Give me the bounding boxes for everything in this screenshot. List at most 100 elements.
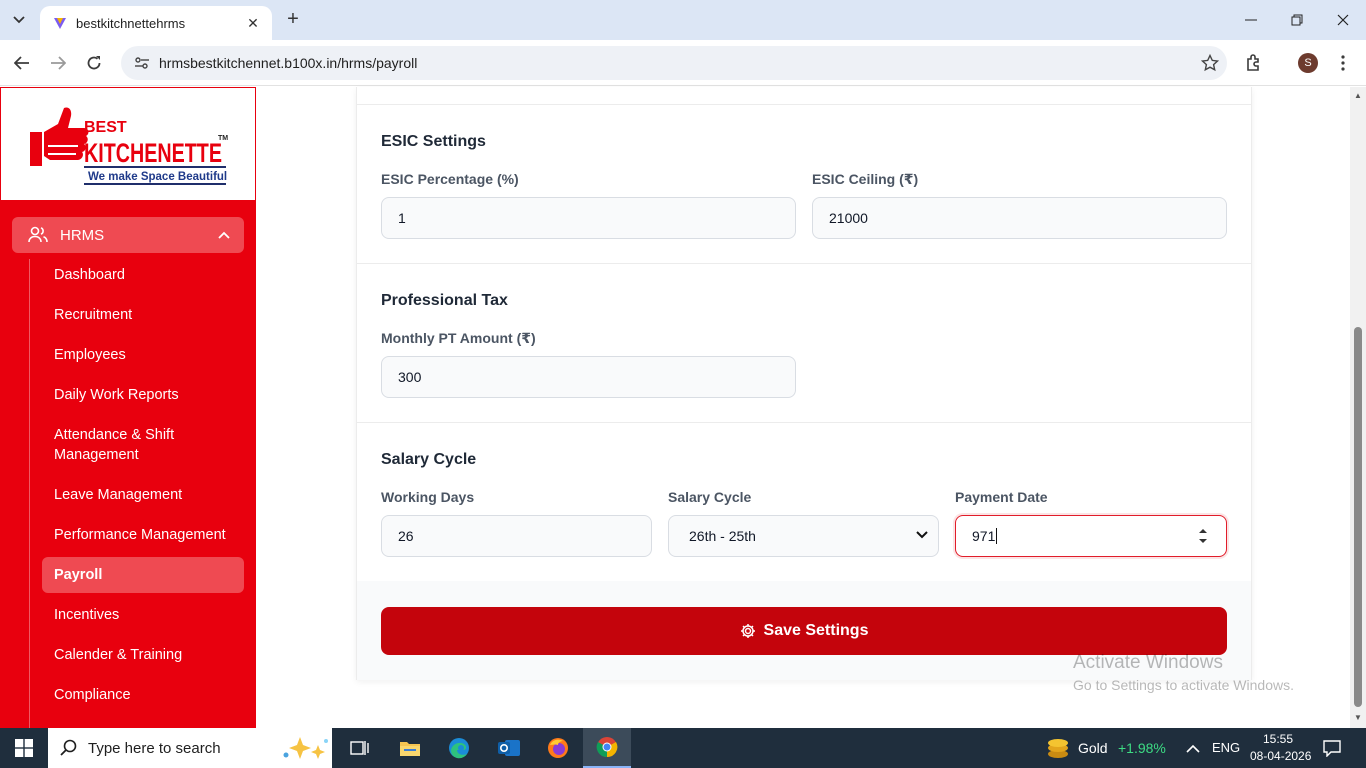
scroll-thumb[interactable] (1354, 327, 1362, 707)
restore-icon[interactable] (1274, 0, 1320, 40)
clock-date[interactable]: 08-04-2026 (1250, 749, 1311, 763)
browser-menu-icon[interactable] (1329, 49, 1357, 77)
logo-tagline-text: We make Space Beautiful (88, 171, 227, 183)
esic-ceiling-input[interactable]: 21000 (812, 197, 1227, 239)
spin-down-icon[interactable] (1198, 538, 1208, 545)
sidebar-item-dashboard[interactable]: Dashboard (42, 265, 244, 285)
back-icon[interactable] (10, 51, 34, 75)
logo-brand-text: KITCHENETTE (84, 138, 222, 168)
sidebar-item-payroll[interactable]: Payroll (42, 557, 244, 593)
save-settings-button[interactable]: Save Settings (381, 607, 1227, 655)
file-explorer-icon[interactable] (386, 728, 434, 768)
minimize-icon[interactable] (1228, 0, 1274, 40)
url-text: hrmsbestkitchennet.b100x.in/hrms/payroll (159, 55, 418, 71)
extensions-icon[interactable] (1240, 49, 1268, 77)
professional-tax-section-title: Professional Tax (381, 292, 508, 309)
section-divider (357, 422, 1251, 423)
pt-amount-input[interactable]: 300 (381, 356, 796, 398)
windows-start-icon[interactable] (0, 728, 48, 768)
new-tab-icon[interactable]: + (282, 8, 304, 30)
clock-time[interactable]: 15:55 (1263, 732, 1293, 746)
address-bar[interactable]: hrmsbestkitchennet.b100x.in/hrms/payroll (121, 46, 1227, 80)
brand-logo[interactable]: BEST KITCHENETTE TM We make Space Beauti… (0, 87, 256, 201)
ticker-label: Gold (1078, 740, 1108, 756)
esic-percentage-value: 1 (398, 210, 406, 226)
forward-icon[interactable] (46, 51, 70, 75)
esic-ceiling-label: ESIC Ceiling (₹) (812, 171, 919, 187)
search-highlight-icon (283, 737, 328, 759)
payment-date-label: Payment Date (955, 489, 1048, 505)
chrome-icon[interactable] (583, 728, 631, 768)
tab-close-icon[interactable]: ✕ (244, 15, 262, 32)
browser-tabbar: bestkitchnettehrms ✕ + (0, 0, 1366, 40)
working-days-label: Working Days (381, 489, 475, 505)
sidebar-item-calender-training[interactable]: Calender & Training (42, 645, 244, 665)
tab-search-chevron-icon[interactable] (6, 7, 32, 33)
hrms-menu-toggle[interactable]: HRMS (12, 217, 244, 253)
profile-avatar[interactable]: S (1294, 49, 1322, 77)
page-scrollbar[interactable]: ▲ ▼ (1350, 87, 1366, 728)
profile-initial: S (1298, 53, 1318, 73)
sidebar-item-recruitment[interactable]: Recruitment (42, 305, 244, 325)
chevron-down-icon (916, 531, 928, 539)
working-days-value: 26 (398, 528, 414, 544)
section-divider (357, 263, 1251, 264)
spin-up-icon[interactable] (1198, 527, 1208, 534)
site-favicon-icon (54, 18, 66, 29)
scroll-up-icon[interactable]: ▲ (1353, 91, 1363, 101)
sidebar-item-daily-work-reports[interactable]: Daily Work Reports (42, 385, 244, 405)
activate-windows-subtitle: Go to Settings to activate Windows. (1073, 677, 1294, 693)
outlook-icon[interactable] (485, 728, 533, 768)
payment-date-input[interactable]: 971 (955, 515, 1227, 557)
esic-section-title: ESIC Settings (381, 133, 486, 150)
esic-percentage-input[interactable]: 1 (381, 197, 796, 239)
hrms-label: HRMS (60, 226, 105, 244)
browser-toolbar: hrmsbestkitchennet.b100x.in/hrms/payroll… (0, 40, 1366, 86)
sidebar: BEST KITCHENETTE TM We make Space Beauti… (0, 87, 256, 728)
pt-amount-value: 300 (398, 369, 422, 385)
logo-graphic: BEST KITCHENETTE TM We make Space Beauti… (30, 107, 228, 185)
payment-date-value: 971 (972, 528, 996, 544)
close-window-icon[interactable] (1320, 0, 1366, 40)
sidebar-item-attendance-shift[interactable]: Attendance & Shift Management (42, 425, 212, 465)
save-settings-label: Save Settings (763, 622, 869, 639)
nav-tree-line (29, 259, 30, 728)
chevron-up-icon (218, 231, 230, 239)
gold-ticker-icon[interactable] (1046, 737, 1070, 764)
salary-cycle-select[interactable]: 26th - 25th (668, 515, 939, 557)
sidebar-item-employees[interactable]: Employees (42, 345, 244, 365)
esic-ceiling-value: 21000 (829, 210, 868, 226)
tray-chevron-up-icon[interactable] (1186, 741, 1200, 759)
working-days-input[interactable]: 26 (381, 515, 652, 557)
sidebar-item-performance-management[interactable]: Performance Management (42, 525, 244, 545)
activate-windows-title: Activate Windows (1073, 652, 1223, 673)
logo-best-text: BEST (84, 119, 127, 136)
sidebar-item-compliance[interactable]: Compliance (42, 685, 244, 705)
salary-cycle-value: 26th - 25th (689, 528, 756, 544)
bookmark-star-icon[interactable] (1193, 46, 1227, 80)
scroll-down-icon[interactable]: ▼ (1353, 713, 1363, 723)
language-indicator[interactable]: ENG (1212, 740, 1240, 755)
section-divider (357, 104, 1251, 105)
sidebar-item-incentives[interactable]: Incentives (42, 605, 244, 625)
reload-icon[interactable] (82, 51, 106, 75)
salary-cycle-label: Salary Cycle (668, 489, 752, 505)
notifications-icon[interactable] (1322, 739, 1342, 762)
number-spinner[interactable] (1198, 527, 1208, 545)
logo-tm-text: TM (218, 135, 228, 142)
edge-browser-icon[interactable] (435, 728, 483, 768)
search-placeholder: Type here to search (88, 739, 221, 757)
firefox-icon[interactable] (534, 728, 582, 768)
sidebar-item-leave-management[interactable]: Leave Management (42, 485, 244, 505)
task-view-icon[interactable] (336, 728, 384, 768)
taskbar-search[interactable]: Type here to search (48, 728, 332, 768)
text-caret (996, 528, 998, 544)
window-controls (1228, 0, 1366, 40)
pt-amount-label: Monthly PT Amount (₹) (381, 330, 536, 346)
search-icon (60, 739, 77, 756)
site-settings-icon[interactable] (133, 54, 151, 72)
gear-icon (740, 623, 756, 639)
esic-percentage-label: ESIC Percentage (%) (381, 171, 519, 187)
browser-tab[interactable]: bestkitchnettehrms ✕ (40, 6, 272, 40)
users-icon (28, 226, 48, 243)
